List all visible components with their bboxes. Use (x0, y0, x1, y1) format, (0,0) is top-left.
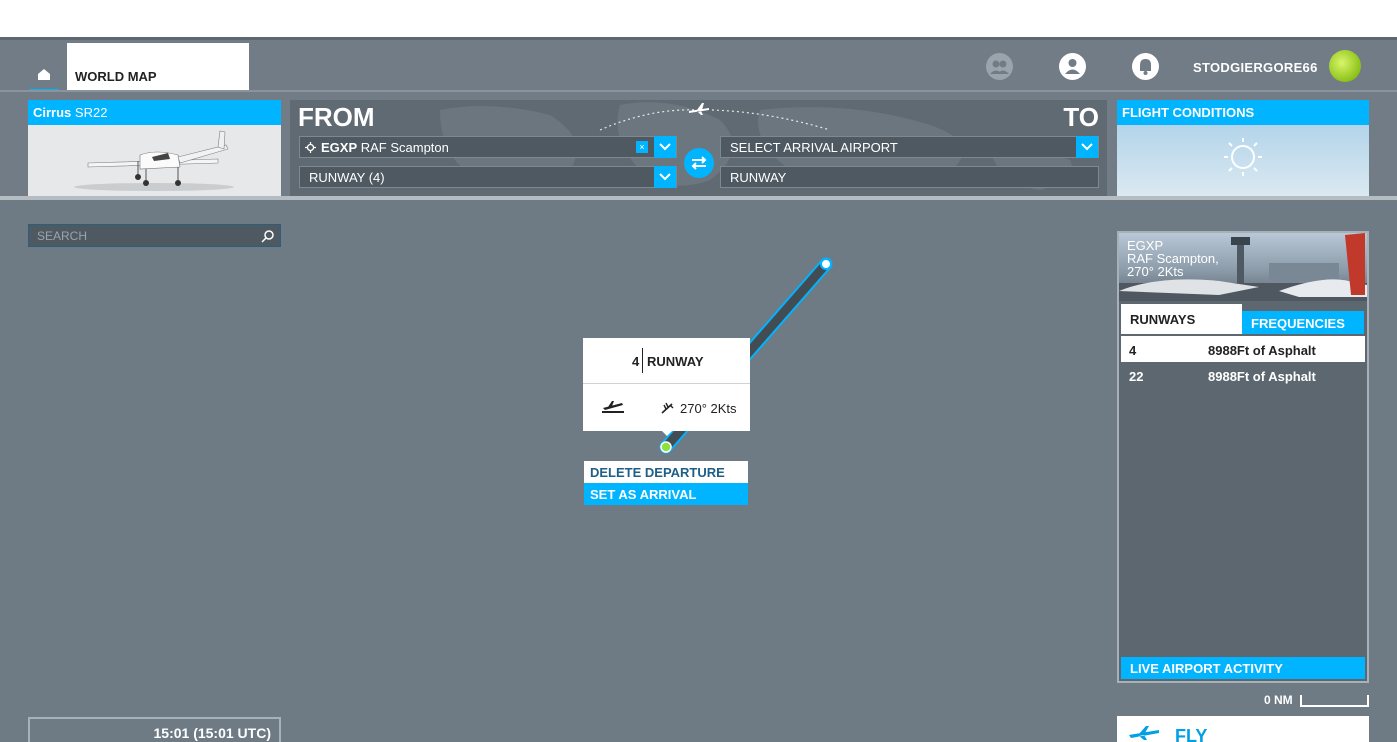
clear-departure-button[interactable]: × (636, 141, 648, 153)
tab-world-map-label: WORLD MAP (75, 69, 157, 84)
friends-icon (990, 60, 1009, 74)
time-display: 15:01 (15:01 UTC) (153, 725, 272, 741)
runway-popup-wind: 270° 2Kts (680, 401, 737, 416)
aircraft-image (28, 125, 281, 196)
departure-runway-dropdown-button[interactable] (654, 166, 676, 188)
friends-button[interactable] (986, 53, 1013, 80)
live-airport-activity-button[interactable]: LIVE AIRPORT ACTIVITY (1121, 657, 1365, 679)
arrival-runway-value: RUNWAY (730, 170, 787, 185)
airplane-icon (1129, 726, 1159, 740)
location-target-icon (305, 142, 316, 153)
tab-runways[interactable]: RUNWAYS (1121, 304, 1242, 334)
time-of-day-control[interactable]: 15:01 (15:01 UTC) (28, 717, 281, 742)
runway-end-marker[interactable] (820, 258, 832, 270)
arrival-airport-field[interactable]: SELECT ARRIVAL AIRPORT (720, 136, 1099, 158)
arrival-dropdown-button[interactable] (1076, 136, 1098, 158)
search-placeholder: SEARCH (37, 229, 88, 243)
airport-photo: EGXP RAF Scampton, 270° 2Kts (1119, 233, 1367, 301)
runway-description: 8988Ft of Asphalt (1208, 343, 1316, 358)
runway-number: 4 (1129, 343, 1137, 358)
runway-popup[interactable]: 4 RUNWAY 270° 2Kts (583, 338, 750, 436)
to-label: TO (1063, 102, 1099, 132)
map-scale-label: 0 NM (1264, 693, 1293, 707)
flight-selection-bar: Cirrus SR22 FROM TO EGXP RAF Scampton × … (0, 90, 1397, 200)
airport-info-tabs: RUNWAYS FREQUENCIES (1119, 304, 1367, 336)
runway-popup-header: 4 RUNWAY (583, 338, 750, 384)
airport-photo-caption: EGXP RAF Scampton, 270° 2Kts (1127, 239, 1367, 278)
runway-description: 8988Ft of Asphalt (1208, 369, 1316, 384)
profile-button[interactable] (1059, 53, 1086, 80)
set-as-arrival-button[interactable]: SET AS ARRIVAL (584, 483, 748, 505)
arrival-airport-placeholder: SELECT ARRIVAL AIRPORT (730, 140, 898, 155)
chevron-down-icon (659, 173, 671, 181)
runway-list-item[interactable]: 4 8988Ft of Asphalt (1121, 336, 1365, 362)
avatar[interactable] (1329, 50, 1361, 82)
fly-button[interactable]: FLY (1117, 716, 1369, 742)
runway-popup-label: RUNWAY (647, 354, 704, 369)
swap-airports-button[interactable] (684, 148, 714, 178)
tab-frequencies[interactable]: FREQUENCIES (1242, 311, 1364, 334)
sun-icon (1224, 138, 1262, 176)
from-label: FROM (298, 102, 375, 132)
arrival-runway-field[interactable]: RUNWAY (720, 166, 1099, 188)
chevron-down-icon (1081, 143, 1093, 151)
top-navigation-bar: WORLD MAP STODGIERGORE66 (0, 37, 1397, 93)
chevron-down-icon (659, 143, 671, 151)
tab-world-map[interactable]: WORLD MAP (67, 43, 249, 93)
popup-pointer (661, 430, 673, 436)
runway-list-item[interactable]: 22 8988Ft of Asphalt (1119, 362, 1367, 388)
flight-conditions-card[interactable]: FLIGHT CONDITIONS (1117, 100, 1369, 196)
map-scale-bar (1300, 695, 1369, 707)
notifications-icon (1140, 59, 1151, 75)
runway-popup-number: 4 (632, 354, 640, 369)
window-top-margin (0, 0, 1397, 37)
aircraft-name-bold: Cirrus (33, 105, 72, 120)
home-icon (38, 69, 50, 80)
departure-runway-value: RUNWAY (4) (309, 170, 385, 185)
airport-info-panel: EGXP RAF Scampton, 270° 2Kts RUNWAYS FRE… (1117, 231, 1369, 683)
aircraft-card[interactable]: Cirrus SR22 (28, 100, 281, 196)
airport-wind: 270° 2Kts (1127, 264, 1184, 279)
username-label[interactable]: STODGIERGORE66 (1193, 60, 1318, 75)
delete-departure-button[interactable]: DELETE DEPARTURE (584, 461, 748, 483)
swap-arrows-icon (691, 156, 707, 170)
context-menu: DELETE DEPARTURE SET AS ARRIVAL (584, 461, 748, 505)
wind-icon (661, 402, 674, 414)
departure-name: RAF Scampton (357, 140, 449, 155)
departure-airport-field[interactable]: EGXP RAF Scampton × (299, 136, 677, 158)
search-input[interactable]: SEARCH (28, 224, 281, 247)
aircraft-card-header: Cirrus SR22 (28, 100, 281, 125)
fly-button-label: FLY (1175, 726, 1208, 742)
airplane-route-icon (689, 103, 709, 115)
route-selector: FROM TO EGXP RAF Scampton × RUNWAY (4) S… (290, 100, 1107, 196)
departure-icao: EGXP (321, 140, 358, 155)
search-icon[interactable] (261, 229, 275, 243)
runway-number: 22 (1129, 369, 1144, 384)
departure-runway-field[interactable]: RUNWAY (4) (299, 166, 677, 188)
notifications-button[interactable] (1132, 53, 1159, 80)
departure-dropdown-button[interactable] (654, 136, 676, 158)
aircraft-name-rest: SR22 (71, 105, 108, 120)
profile-icon (1065, 59, 1080, 74)
flight-conditions-header: FLIGHT CONDITIONS (1117, 100, 1369, 125)
takeoff-icon (602, 401, 624, 413)
departure-marker[interactable] (660, 441, 672, 453)
home-button[interactable] (29, 60, 59, 93)
